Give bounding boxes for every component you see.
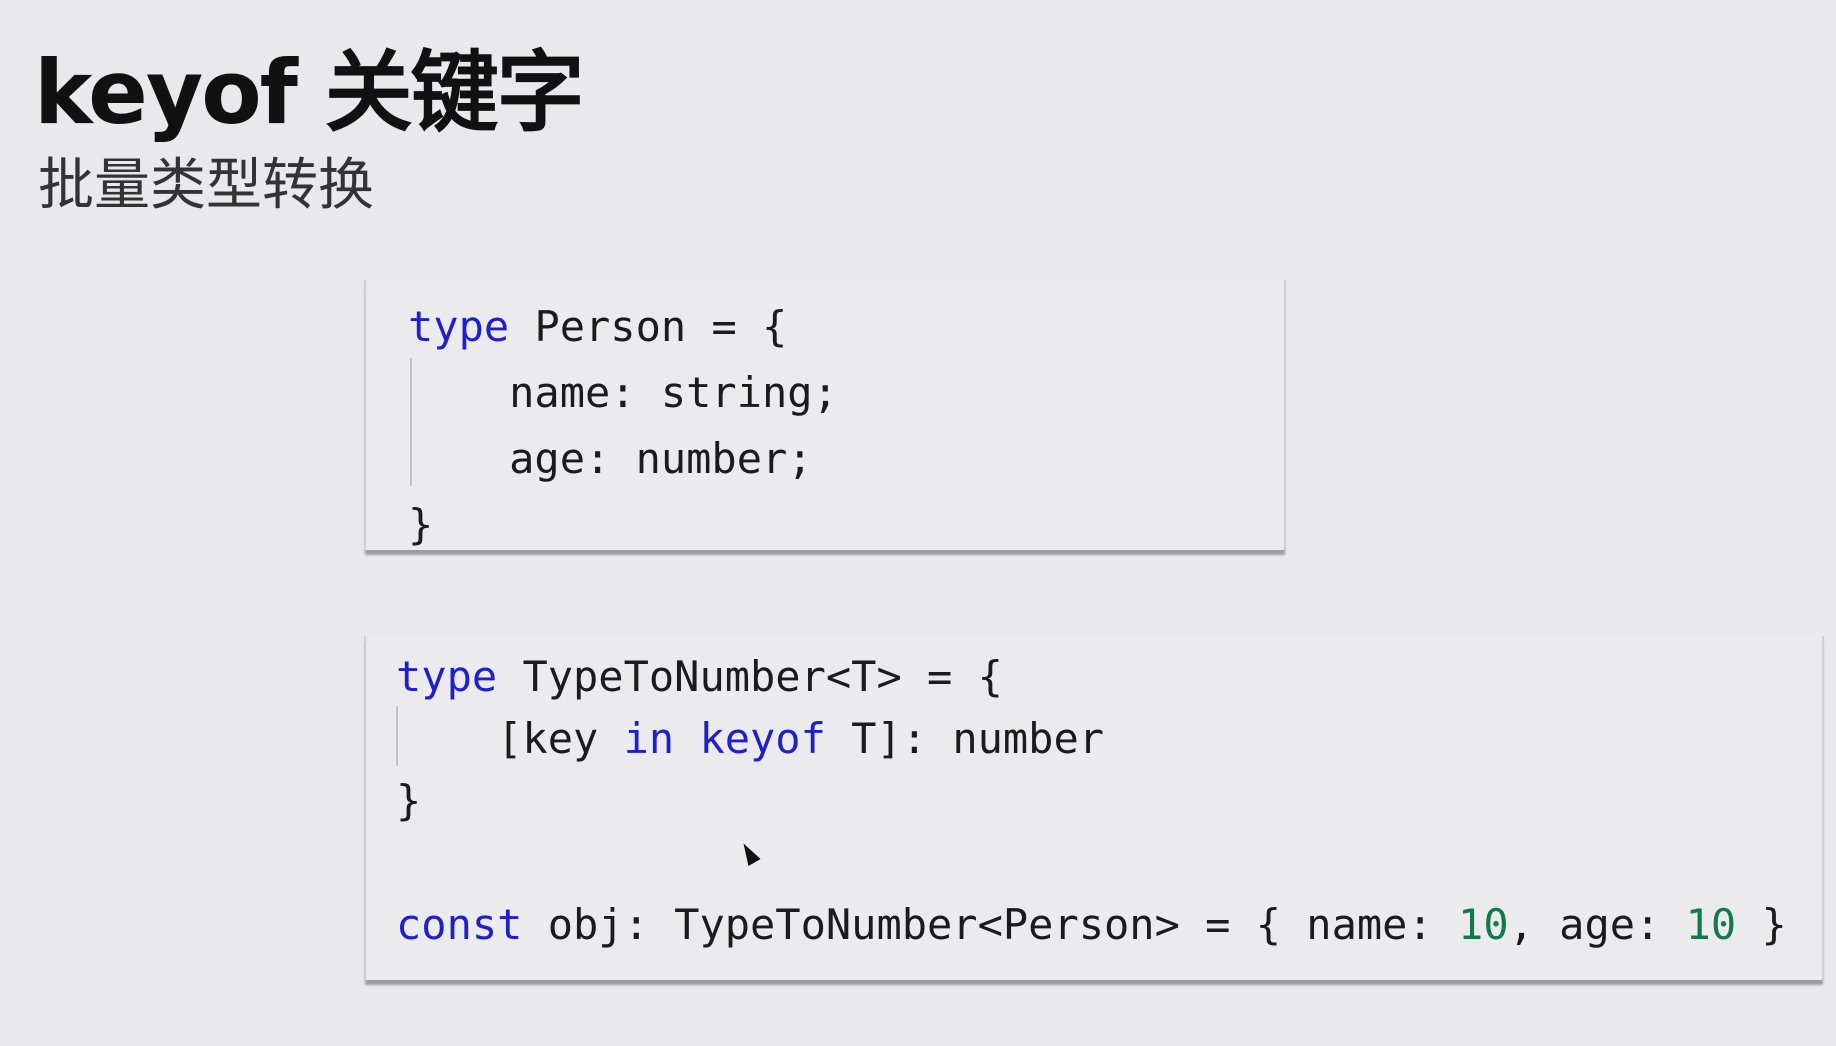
keyword: type [408,302,510,351]
code-line: type Person = { [408,302,787,351]
code-token: [key [396,714,624,763]
code-token: , age: [1508,900,1686,949]
code-token: obj: TypeToNumber<Person> = { name: [522,900,1459,949]
slide-subtitle: 批量类型转换 [38,153,374,218]
code-token: } [1736,900,1787,949]
number-literal: 10 [1458,900,1509,949]
code-block-type-to-number: type TypeToNumber<T> = { [key in keyof T… [364,636,1824,980]
code-token: TypeToNumber<T> = { [497,652,1003,701]
code-token: Person = { [509,302,788,351]
code-token: T]: number [825,714,1105,763]
keyword: keyof [699,714,826,763]
slide-title: keyof 关键字 [34,41,585,144]
number-literal: 10 [1685,900,1737,949]
code-text: type Person = { name: string; age: numbe… [408,294,838,558]
code-text: type TypeToNumber<T> = { [key in keyof T… [396,646,1787,956]
code-line: [key in keyof T]: number [396,714,1104,763]
code-line: name: string; [408,368,838,417]
code-line: age: number; [408,434,813,483]
code-line: type TypeToNumber<T> = { [396,652,1003,701]
code-block-person: type Person = { name: string; age: numbe… [364,280,1286,550]
keyword: type [396,652,498,701]
code-line: } [408,500,434,549]
code-line: } [396,776,422,825]
code-line: const obj: TypeToNumber<Person> = { name… [396,900,1787,949]
keyword: const [396,900,523,949]
keyword: in [623,714,675,763]
